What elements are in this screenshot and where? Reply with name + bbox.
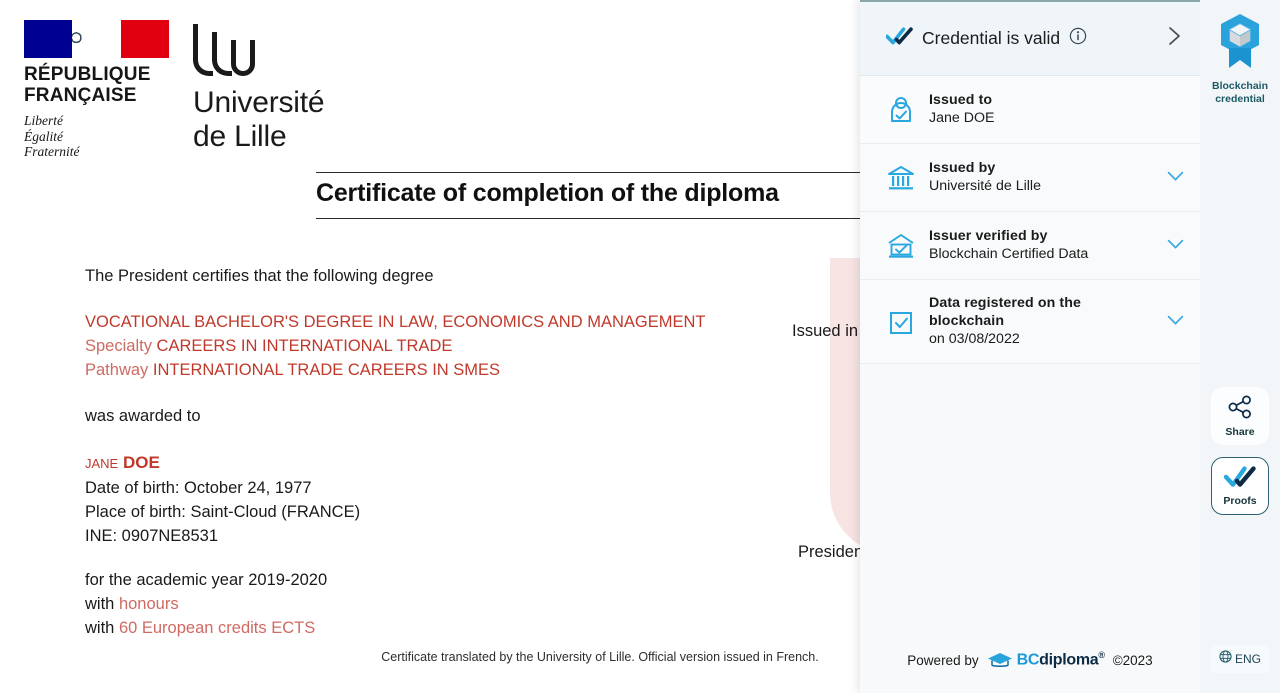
- panel-row-label: Issued to: [929, 92, 993, 108]
- panel-row-data-registered[interactable]: Data registered on the blockchain on 03/…: [860, 280, 1200, 364]
- awarded-to-label: was awarded to: [85, 407, 201, 425]
- person-verified-icon: [886, 95, 916, 125]
- degree-specialty-label: Specialty: [85, 337, 152, 355]
- share-button[interactable]: Share: [1211, 387, 1269, 445]
- panel-row-text: Data registered on the blockchain on 03/…: [929, 294, 1154, 349]
- info-circle-icon[interactable]: [1069, 27, 1087, 50]
- proofs-button-label: Proofs: [1223, 494, 1257, 507]
- academic-year: for the academic year 2019-2020: [85, 571, 328, 589]
- universite-de-lille-logo: Université de Lille: [193, 24, 325, 154]
- powered-by-label: Powered by: [907, 652, 979, 668]
- bcdiploma-wordmark: BCdiploma®: [1017, 650, 1105, 669]
- institution-verified-icon: [886, 231, 916, 261]
- president-signature-label: President: [798, 543, 868, 561]
- proofs-button[interactable]: Proofs: [1211, 457, 1269, 515]
- blockchain-credential-badge: Blockchain credential: [1212, 12, 1268, 105]
- credential-detail-rows: Issued to Jane DOE Issued by Université …: [860, 76, 1200, 364]
- credential-viewer: RÉPUBLIQUE FRANÇAISE Liberté Égalité Fra…: [0, 0, 1280, 693]
- panel-row-value: Blockchain Certified Data: [929, 246, 1089, 262]
- republique-francaise-title: RÉPUBLIQUE FRANÇAISE: [24, 64, 151, 106]
- language-label: ENG: [1234, 652, 1261, 666]
- blockchain-badge-icon: [1214, 12, 1266, 77]
- copyright-label: ©2023: [1112, 652, 1153, 668]
- chevron-down-icon[interactable]: [1167, 313, 1184, 331]
- republique-francaise-logo: RÉPUBLIQUE FRANÇAISE Liberté Égalité Fra…: [24, 20, 204, 160]
- degree-main-title: VOCATIONAL BACHELOR'S DEGREE IN LAW, ECO…: [85, 313, 706, 331]
- institution-icon: [886, 163, 916, 193]
- recipient-date-of-birth: Date of birth: October 24, 1977: [85, 479, 312, 497]
- credits-value: 60 European credits ECTS: [118, 619, 316, 637]
- bcdiploma-brand[interactable]: BCdiploma®: [987, 650, 1105, 671]
- panel-row-value: on 03/08/2022: [929, 331, 1020, 347]
- checkbox-icon: [886, 307, 916, 337]
- language-selector[interactable]: ENG: [1211, 645, 1269, 673]
- recipient-place-of-birth: Place of birth: Saint-Cloud (FRANCE): [85, 503, 361, 521]
- action-rail: Blockchain credential Share Proofs ENG: [1200, 0, 1280, 693]
- degree-pathway: Pathway INTERNATIONAL TRADE CAREERS IN S…: [85, 358, 805, 382]
- degree-pathway-value: INTERNATIONAL TRADE CAREERS IN SMES: [152, 361, 501, 379]
- globe-icon: [1219, 650, 1232, 668]
- republique-francaise-motto: Liberté Égalité Fraternité: [24, 113, 80, 159]
- verification-panel: Credential is valid Issued to Jane DOE I…: [860, 0, 1200, 693]
- credential-status-label: Credential is valid: [922, 28, 1061, 48]
- chevron-right-icon[interactable]: [1164, 25, 1184, 52]
- certificate-intro: The President certifies that the followi…: [85, 267, 434, 285]
- panel-row-label: Data registered on the blockchain: [929, 295, 1081, 329]
- degree-specialty: Specialty CAREERS IN INTERNATIONAL TRADE: [85, 334, 805, 358]
- panel-row-value: Jane DOE: [929, 110, 995, 126]
- degree-specialty-value: CAREERS IN INTERNATIONAL TRADE: [156, 337, 453, 355]
- universite-de-lille-name: Université de Lille: [193, 86, 325, 153]
- credential-status-header[interactable]: Credential is valid: [860, 2, 1200, 76]
- chevron-down-icon[interactable]: [1167, 169, 1184, 187]
- panel-row-text: Issued by Université de Lille: [929, 159, 1154, 196]
- brand-registered-mark: ®: [1098, 650, 1105, 661]
- panel-row-value: Université de Lille: [929, 178, 1041, 194]
- double-check-icon: [885, 26, 913, 51]
- french-flag-icon: [24, 20, 169, 58]
- chevron-down-icon[interactable]: [1167, 237, 1184, 255]
- brand-prefix: BC: [1016, 651, 1040, 669]
- degree-pathway-label: Pathway: [85, 361, 149, 379]
- credits-line: with 60 European credits ECTS: [85, 616, 805, 640]
- lille-logo-icon: [193, 24, 255, 76]
- panel-row-issued-by[interactable]: Issued by Université de Lille: [860, 144, 1200, 212]
- brand-suffix: diploma: [1039, 651, 1099, 669]
- panel-row-issued-to[interactable]: Issued to Jane DOE: [860, 76, 1200, 144]
- panel-row-text: Issuer verified by Blockchain Certified …: [929, 227, 1154, 264]
- recipient-name: Jane DOE: [85, 450, 805, 476]
- certificate-body: The President certifies that the followi…: [85, 264, 805, 640]
- panel-footer: Powered by BCdiploma® ©2023: [860, 635, 1200, 693]
- panel-row-label: Issued by: [929, 160, 996, 176]
- panel-row-text: Issued to Jane DOE: [929, 91, 1184, 128]
- credits-label: with: [85, 619, 115, 637]
- issued-in-text: Issued in: [792, 322, 859, 340]
- blockchain-badge-caption: Blockchain credential: [1211, 80, 1269, 105]
- honours-line: with honours: [85, 592, 805, 616]
- share-button-label: Share: [1225, 425, 1255, 438]
- share-icon: [1227, 395, 1253, 424]
- panel-row-label: Issuer verified by: [929, 228, 1048, 244]
- recipient-ine: INE: 0907NE8531: [85, 527, 219, 545]
- credential-status: Credential is valid: [885, 26, 1164, 51]
- recipient-first-name: Jane: [85, 452, 119, 473]
- recipient-last-name: DOE: [122, 453, 160, 472]
- panel-row-issuer-verified-by[interactable]: Issuer verified by Blockchain Certified …: [860, 212, 1200, 280]
- double-check-icon: [1223, 465, 1256, 493]
- honours-value: honours: [118, 595, 179, 613]
- honours-label: with: [85, 595, 115, 613]
- graduation-cap-icon: [987, 650, 1013, 671]
